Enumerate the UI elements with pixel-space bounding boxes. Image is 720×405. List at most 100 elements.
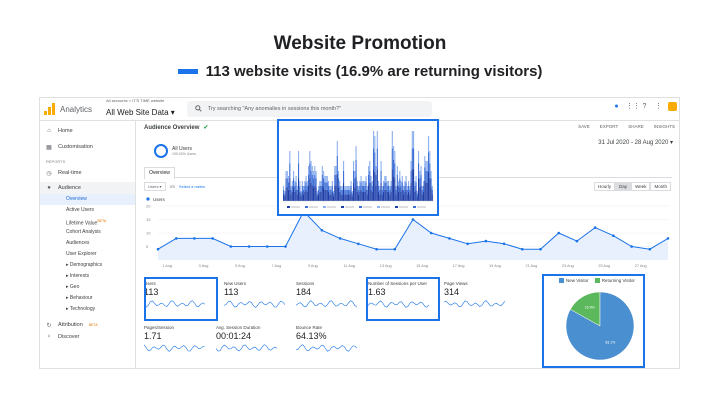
data-point — [429, 231, 433, 235]
popup-bar — [311, 174, 313, 186]
data-point — [338, 237, 342, 240]
popup-bar — [323, 171, 325, 179]
sidebar-item-audience[interactable]: ● Audience — [40, 182, 135, 194]
granularity-day[interactable]: Day — [615, 182, 632, 191]
metric-value: 113 — [224, 287, 239, 297]
popup-bar — [315, 171, 317, 179]
sidebar-item-home[interactable]: ⌂ Home — [40, 125, 135, 137]
x-tick-label: 21 Aug — [525, 264, 537, 268]
popup-bar — [286, 187, 288, 201]
sidebar-sub-user-explorer[interactable]: User Explorer — [40, 249, 135, 260]
sidebar-sub-geo[interactable]: ▸ Geo — [40, 282, 135, 293]
metric-sparkline — [216, 344, 278, 352]
select-metric-link[interactable]: Select a metric — [179, 184, 205, 189]
popup-bar — [398, 192, 400, 201]
popup-bar — [290, 194, 292, 201]
popup-bar — [288, 189, 290, 201]
sidebar-item-discover[interactable]: ♀ Discover — [40, 331, 135, 343]
sidebar-sub-audiences[interactable]: Audiences — [40, 238, 135, 249]
popup-bar — [356, 186, 358, 192]
sidebar-item-customisation[interactable]: ▦ Customisation — [40, 141, 135, 153]
popup-bar — [310, 161, 312, 171]
granularity-week[interactable]: Week — [631, 182, 651, 191]
popup-bar — [431, 189, 433, 195]
popup-bar — [291, 192, 293, 201]
popup-bar — [305, 182, 307, 190]
popup-bar — [410, 161, 412, 171]
popup-bar — [346, 194, 348, 201]
popup-bar — [366, 194, 368, 201]
popup-bar — [333, 193, 335, 197]
popup-bar — [421, 186, 423, 190]
search-input[interactable]: Try searching "Any anomalies in sessions… — [186, 101, 432, 117]
granularity-month[interactable]: Month — [650, 182, 671, 191]
popup-bar — [430, 178, 432, 188]
metric-sparkline — [144, 344, 205, 352]
sidebar-sub-cohort-analysis[interactable]: Cohort Analysis — [40, 227, 135, 238]
popup-bar — [428, 136, 430, 153]
granularity-hourly[interactable]: Hourly — [594, 182, 616, 191]
popup-bar — [319, 192, 321, 201]
popup-bar — [288, 176, 290, 183]
popup-bar — [333, 191, 335, 194]
popup-bar — [294, 192, 296, 201]
apps-icon[interactable]: ⋮⋮ — [626, 102, 640, 111]
sidebar-sub-lifetime-value[interactable]: Lifetime ValueBETA — [40, 216, 135, 227]
account-selector[interactable]: All accounts > IT'S TIME website All Web… — [106, 99, 175, 119]
share-button[interactable]: SHARE — [628, 124, 644, 129]
popup-bar — [346, 189, 348, 195]
popup-bar — [353, 171, 355, 183]
popup-bar — [335, 166, 337, 175]
data-point — [247, 245, 251, 248]
popup-bar — [344, 186, 346, 190]
popup-bar — [341, 189, 343, 195]
sidebar-item-attribution[interactable]: ↻ Attribution BETA — [40, 319, 135, 331]
popup-bar — [365, 176, 367, 183]
sidebar-sub-behaviour[interactable]: ▸ Behaviour — [40, 293, 135, 304]
popup-bar — [290, 189, 292, 195]
data-point — [593, 226, 597, 229]
more-icon[interactable]: ⋮ — [654, 102, 663, 111]
sparkline-path — [216, 344, 278, 352]
data-point — [357, 242, 360, 246]
popup-bar — [400, 186, 402, 192]
sidebar-sub-active-users[interactable]: Active Users — [40, 205, 135, 216]
popup-bar — [296, 194, 298, 201]
popup-bar — [380, 161, 382, 171]
date-range-picker[interactable]: 31 Jul 2020 - 28 Aug 2020 ▾ — [598, 139, 673, 146]
sidebar-item-realtime[interactable]: ◷ Real-time — [40, 167, 135, 179]
popup-bar — [301, 186, 303, 192]
help-icon[interactable]: ? — [640, 102, 649, 111]
popup-bar — [385, 189, 387, 201]
verified-icon: ✔ — [203, 125, 209, 131]
popup-bar — [315, 178, 317, 188]
popup-bar — [333, 196, 335, 201]
highlight-users — [144, 277, 218, 321]
popup-bar — [418, 151, 420, 164]
popup-bar — [415, 189, 417, 201]
sidebar-sub-interests[interactable]: ▸ Interests — [40, 271, 135, 282]
sidebar-sub-overview[interactable]: Overview — [40, 194, 135, 205]
save-button[interactable]: SAVE — [578, 124, 590, 129]
popup-bar — [318, 194, 320, 201]
analytics-logo-icon[interactable] — [44, 103, 55, 115]
metric-select[interactable]: Users ▾ — [144, 182, 166, 191]
sidebar-sub-demographics[interactable]: ▸ Demographics — [40, 260, 135, 271]
export-button[interactable]: EXPORT — [600, 124, 618, 129]
popup-bar — [328, 186, 330, 192]
tab-overview[interactable]: Overview — [144, 167, 175, 180]
attribution-icon: ↻ — [46, 322, 52, 329]
metric-label: New Users — [224, 281, 247, 286]
popup-bar — [426, 161, 428, 171]
notifications-icon[interactable]: ● — [612, 102, 621, 111]
segment-chip[interactable]: All Users 100.00% Users — [154, 144, 196, 158]
popup-bar — [308, 185, 310, 201]
sidebar-sub-label: Geo — [69, 284, 80, 290]
data-point — [575, 239, 579, 243]
account-icon[interactable] — [668, 102, 677, 111]
sidebar-sub-technology[interactable]: ▸ Technology — [40, 304, 135, 315]
popup-bar — [369, 171, 371, 183]
insights-button[interactable]: INSIGHTS — [654, 124, 675, 129]
popup-bar — [290, 186, 292, 190]
popup-bar — [421, 194, 423, 201]
